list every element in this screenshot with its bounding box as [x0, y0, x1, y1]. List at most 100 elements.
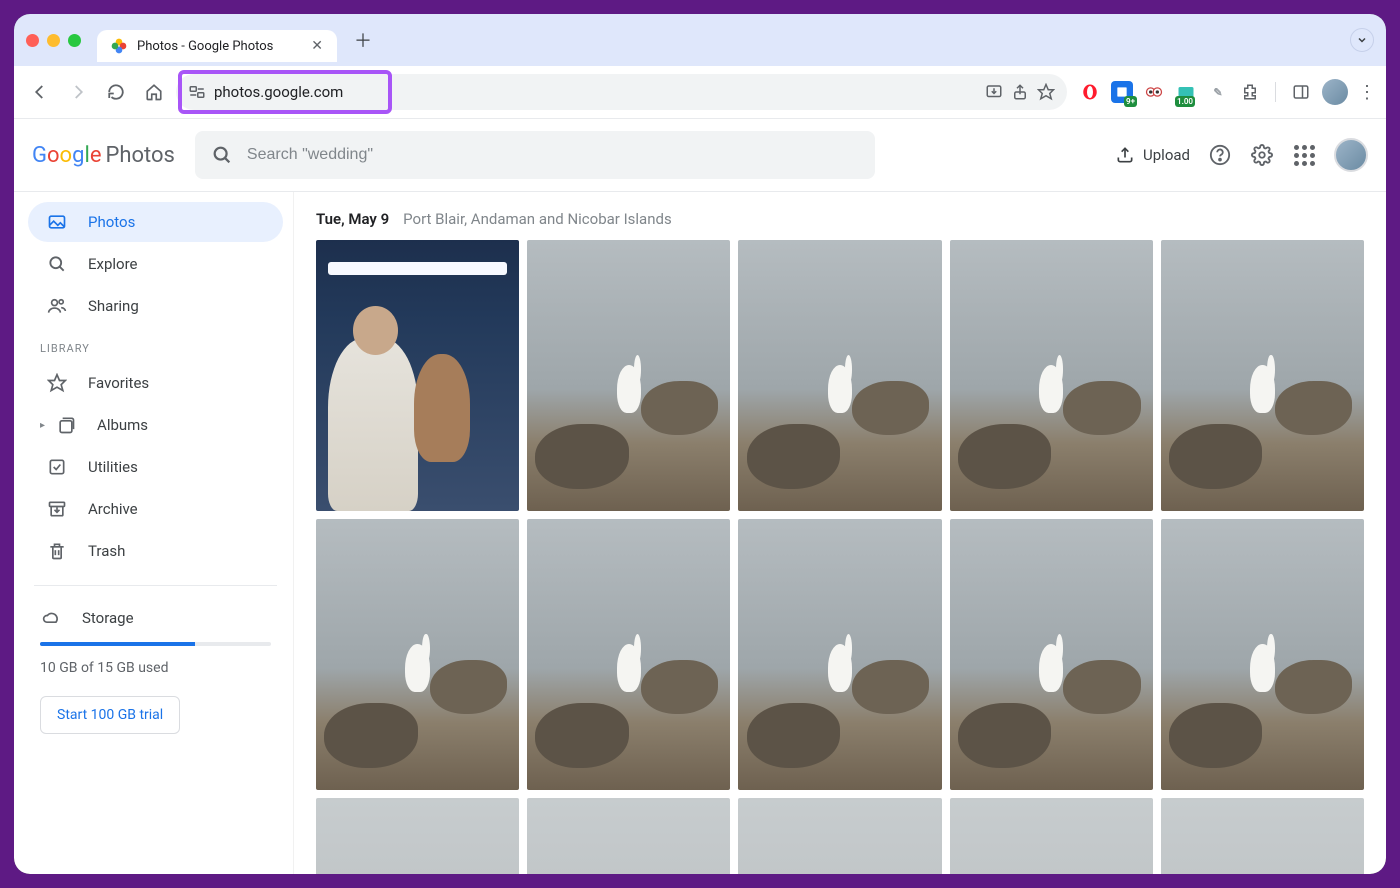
share-icon[interactable]	[1011, 83, 1029, 101]
sidebar-item-archive[interactable]: Archive	[28, 489, 283, 529]
photo-thumbnail[interactable]	[1161, 798, 1364, 874]
side-panel-icon[interactable]	[1290, 81, 1312, 103]
sidebar-item-storage[interactable]: Storage	[22, 600, 289, 636]
app-bar: Google Photos Upload	[14, 119, 1386, 192]
sidebar-item-label: Photos	[88, 213, 135, 231]
new-tab-button[interactable]: ＋	[349, 26, 377, 54]
upload-icon	[1115, 145, 1135, 165]
sidebar-item-favorites[interactable]: Favorites	[28, 363, 283, 403]
sidebar-item-label: Archive	[88, 500, 138, 518]
extensions-menu-icon[interactable]	[1239, 81, 1261, 103]
google-apps-icon[interactable]	[1292, 143, 1316, 167]
sidebar-divider	[34, 585, 277, 586]
date-header: Tue, May 9 Port Blair, Andaman and Nicob…	[316, 210, 1364, 228]
photo-thumbnail[interactable]	[950, 519, 1153, 790]
search-icon	[211, 144, 233, 166]
upload-label: Upload	[1143, 146, 1190, 164]
google-photos-logo[interactable]: Google Photos	[32, 143, 175, 168]
maximize-window-button[interactable]	[68, 34, 81, 47]
back-button[interactable]	[24, 76, 56, 108]
minimize-window-button[interactable]	[47, 34, 60, 47]
upload-button[interactable]: Upload	[1115, 145, 1190, 165]
library-section-label: LIBRARY	[22, 328, 289, 361]
location-label[interactable]: Port Blair, Andaman and Nicobar Islands	[403, 210, 672, 228]
extension-zoom-icon[interactable]: 1.00	[1175, 81, 1197, 103]
albums-icon	[55, 415, 77, 435]
photo-thumbnail[interactable]	[1161, 519, 1364, 790]
extension-opera-icon[interactable]	[1079, 81, 1101, 103]
tab-search-button[interactable]	[1350, 28, 1374, 52]
chrome-menu-icon[interactable]: ⋮	[1358, 82, 1376, 103]
storage-progress	[40, 642, 271, 646]
search-icon	[46, 254, 68, 274]
extension-feather-icon[interactable]: ✎	[1207, 81, 1229, 103]
app-content: Google Photos Upload	[14, 119, 1386, 874]
chevron-right-icon: ▸	[40, 420, 45, 431]
trash-icon	[46, 541, 68, 561]
photo-thumbnail[interactable]	[1161, 240, 1364, 511]
url-field[interactable]: photos.google.com	[176, 74, 1067, 110]
window-controls	[26, 34, 81, 47]
photo-thumbnail[interactable]	[527, 798, 730, 874]
help-icon[interactable]	[1208, 143, 1232, 167]
photo-grid	[316, 240, 1364, 874]
sidebar-item-label: Favorites	[88, 374, 149, 392]
sidebar-item-label: Sharing	[88, 297, 139, 315]
reload-button[interactable]	[100, 76, 132, 108]
browser-tab[interactable]: Photos - Google Photos ✕	[97, 30, 337, 62]
sidebar-item-albums[interactable]: ▸ Albums	[28, 405, 283, 445]
sidebar-item-explore[interactable]: Explore	[28, 244, 283, 284]
photo-thumbnail[interactable]	[950, 240, 1153, 511]
storage-used-text: 10 GB of 15 GB used	[22, 652, 289, 684]
extension-bar: 9+ 1.00 ✎ ⋮	[1073, 79, 1376, 105]
photo-thumbnail[interactable]	[738, 519, 941, 790]
photo-thumbnail[interactable]	[316, 798, 519, 874]
photo-grid-area[interactable]: Tue, May 9 Port Blair, Andaman and Nicob…	[294, 192, 1386, 874]
photo-icon	[46, 212, 68, 232]
start-trial-button[interactable]: Start 100 GB trial	[40, 696, 180, 734]
photo-thumbnail[interactable]	[316, 240, 519, 511]
logo-product-label: Photos	[105, 143, 174, 168]
sidebar-item-sharing[interactable]: Sharing	[28, 286, 283, 326]
toolbar-divider	[1275, 82, 1276, 102]
sidebar-item-label: Utilities	[88, 458, 138, 476]
utilities-icon	[46, 457, 68, 477]
account-avatar[interactable]	[1334, 138, 1368, 172]
extension-screenshot-icon[interactable]: 9+	[1111, 81, 1133, 103]
site-settings-icon[interactable]	[188, 83, 206, 101]
sidebar-item-trash[interactable]: Trash	[28, 531, 283, 571]
address-bar: photos.google.com 9+ 1.00 ✎ ⋮	[14, 66, 1386, 119]
photo-thumbnail[interactable]	[527, 519, 730, 790]
sidebar-item-label: Explore	[88, 255, 138, 273]
home-button[interactable]	[138, 76, 170, 108]
storage-label: Storage	[82, 609, 134, 627]
sidebar: Photos Explore Sharing LIBRARY Favorites…	[14, 192, 294, 874]
photo-thumbnail[interactable]	[738, 798, 941, 874]
close-window-button[interactable]	[26, 34, 39, 47]
url-text: photos.google.com	[214, 83, 343, 101]
sidebar-item-utilities[interactable]: Utilities	[28, 447, 283, 487]
close-tab-button[interactable]: ✕	[311, 38, 323, 54]
bookmark-icon[interactable]	[1037, 83, 1055, 101]
google-photos-favicon	[111, 38, 127, 54]
search-input[interactable]	[247, 146, 859, 164]
photo-thumbnail[interactable]	[316, 519, 519, 790]
photo-thumbnail[interactable]	[950, 798, 1153, 874]
settings-icon[interactable]	[1250, 143, 1274, 167]
sidebar-item-label: Trash	[88, 542, 125, 560]
people-icon	[46, 296, 68, 316]
install-app-icon[interactable]	[985, 83, 1003, 101]
photo-thumbnail[interactable]	[527, 240, 730, 511]
extension-eyes-icon[interactable]	[1143, 81, 1165, 103]
archive-icon	[46, 499, 68, 519]
photo-thumbnail[interactable]	[738, 240, 941, 511]
sidebar-item-photos[interactable]: Photos	[28, 202, 283, 242]
date-label[interactable]: Tue, May 9	[316, 210, 389, 228]
profile-avatar-small[interactable]	[1322, 79, 1348, 105]
tab-title: Photos - Google Photos	[137, 39, 273, 54]
forward-button[interactable]	[62, 76, 94, 108]
search-bar[interactable]	[195, 131, 875, 179]
cloud-icon	[40, 608, 62, 628]
star-icon	[46, 373, 68, 393]
sidebar-item-label: Albums	[97, 416, 148, 434]
